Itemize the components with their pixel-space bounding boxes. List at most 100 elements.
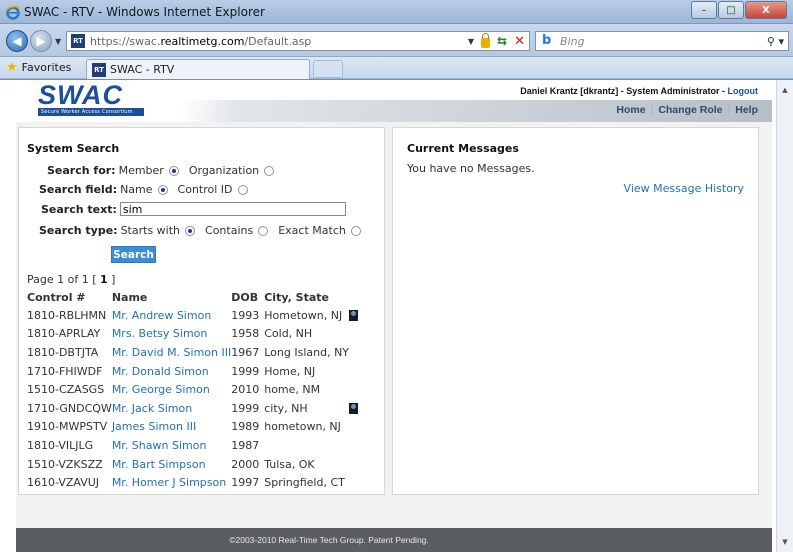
- table-row: 1910-MWPSTV James Simon III 1989 hometown, …: [27, 418, 369, 437]
- photo-cell: [349, 325, 369, 344]
- favorites-button[interactable]: ★ Favorites: [6, 60, 71, 75]
- table-row: 1810-RBLHMN Mr. Andrew Simon 1993 Hometown,…: [27, 306, 369, 325]
- city-state: [264, 436, 349, 455]
- new-tab-button[interactable]: [313, 60, 343, 78]
- search-button[interactable]: Search: [111, 246, 156, 263]
- swac-logo[interactable]: SWAC Secure Worker Access Consortium: [38, 82, 160, 118]
- member-name-link[interactable]: James Simon III: [112, 418, 231, 437]
- user-info: Daniel Krantz [dkrantz] - System Adminis…: [520, 86, 758, 96]
- dob: 1997: [231, 476, 260, 490]
- city-state: city, NH: [264, 401, 308, 415]
- member-name-link[interactable]: Mrs. Betsy Simon: [112, 325, 231, 344]
- panel-title: System Search: [27, 142, 120, 155]
- nav-help[interactable]: Help: [735, 104, 758, 116]
- address-dropdown-icon[interactable]: ▼: [468, 37, 474, 46]
- maximize-button[interactable]: □: [718, 1, 744, 19]
- top-nav: Home | Change Role | Help: [616, 104, 758, 116]
- favorites-bar: ★ Favorites RT SWAC - RTV: [0, 57, 793, 79]
- address-tools: ▼ ⇆ ✕: [468, 32, 529, 49]
- member-name-link[interactable]: Mr. Shawn Simon: [112, 436, 231, 455]
- vertical-scrollbar[interactable]: ▲ ▼: [776, 80, 793, 552]
- nav-change-role[interactable]: Change Role: [658, 104, 722, 116]
- window-titlebar: SWAC - RTV - Windows Internet Explorer –…: [0, 0, 793, 24]
- control-number: 1510-VZKSZZ: [27, 457, 103, 471]
- search-text-row: Search text:: [41, 202, 346, 216]
- address-url[interactable]: https://swac.realtimetg.com/Default.asp: [90, 35, 311, 48]
- site-header: Home | Change Role | Help SWAC Secure Worker…: [16, 80, 772, 122]
- scroll-up-icon[interactable]: ▲: [777, 82, 793, 98]
- col-city-state: City, State: [264, 290, 329, 304]
- radio-contains[interactable]: [258, 225, 269, 236]
- view-message-history-link[interactable]: View Message History: [624, 182, 744, 195]
- radio-exact-match[interactable]: [350, 225, 361, 236]
- photo-cell: [349, 455, 369, 474]
- back-button[interactable]: ◀: [6, 30, 28, 52]
- photo-cell: [349, 473, 369, 492]
- nav-home[interactable]: Home: [616, 104, 645, 116]
- address-bar[interactable]: RT https://swac.realtimetg.com/Default.a…: [66, 31, 530, 51]
- minimize-button[interactable]: –: [691, 1, 717, 19]
- photo-cell: [349, 306, 369, 325]
- member-name-link[interactable]: Mr. Homer J Simpson: [112, 473, 231, 492]
- browser-tab-swac[interactable]: RT SWAC - RTV: [86, 59, 310, 79]
- search-text-input[interactable]: [119, 202, 346, 216]
- control-number: 1510-CZASGS: [27, 383, 105, 397]
- control-number: 1710-GNDCQW: [27, 401, 112, 415]
- dob: 2000: [231, 457, 260, 471]
- radio-control-id[interactable]: [237, 184, 248, 195]
- scroll-down-icon[interactable]: ▼: [777, 534, 793, 550]
- history-dropdown-icon[interactable]: ▼: [55, 37, 61, 46]
- search-icon[interactable]: ⚲ ▾: [767, 35, 784, 48]
- control-number: 1810-VILJLG: [27, 438, 94, 452]
- dob: 1967: [231, 345, 260, 359]
- radio-organization[interactable]: [264, 165, 275, 176]
- member-photo-icon[interactable]: [349, 403, 359, 415]
- refresh-icon[interactable]: ⇆: [497, 34, 507, 48]
- dob: 1999: [231, 401, 260, 415]
- nav-separator: |: [727, 104, 731, 116]
- member-name-link[interactable]: Mr. Donald Simon: [112, 362, 231, 381]
- member-name-link[interactable]: Mr. Andrew Simon: [112, 306, 231, 325]
- radio-member[interactable]: [168, 165, 179, 176]
- table-row: 1510-CZASGS Mr. George Simon 2010 home, NM: [27, 380, 369, 399]
- table-row: 1810-DBTJTA Mr. David M. Simon III 1967 Lon…: [27, 343, 369, 362]
- close-button[interactable]: X: [745, 1, 787, 19]
- search-field-row: Search field: Name Control ID: [39, 183, 258, 196]
- city-state: Springfield, CT: [264, 476, 345, 490]
- photo-cell: [349, 362, 369, 381]
- member-name-link[interactable]: Mr. Bart Simpson: [112, 455, 231, 474]
- member-photo-icon[interactable]: [349, 310, 359, 322]
- lock-icon[interactable]: [481, 32, 491, 48]
- member-name-link[interactable]: Mr. David M. Simon III: [112, 343, 231, 362]
- logout-link[interactable]: Logout: [728, 86, 759, 96]
- radio-name[interactable]: [157, 184, 168, 195]
- option-starts-with-label: Starts with: [120, 224, 181, 237]
- search-type-row: Search type: Starts with Contains Exact …: [39, 224, 371, 237]
- internet-explorer-icon: [5, 5, 21, 20]
- col-name: Name: [111, 290, 148, 304]
- control-number: 1810-APRLAY: [27, 327, 101, 341]
- table-row: 1810-VILJLG Mr. Shawn Simon 1987: [27, 436, 369, 455]
- results-header-row: Control # Name DOB City, State: [27, 288, 369, 306]
- search-field-label: Search field:: [39, 183, 118, 196]
- search-placeholder[interactable]: Bing: [560, 35, 585, 48]
- member-name-link[interactable]: Mr. George Simon: [112, 380, 231, 399]
- user-info-text: Daniel Krantz [dkrantz] - System Adminis…: [520, 86, 728, 96]
- page-viewport: ▲ ▼ Home | Change Role | Help SWAC Secure Wo…: [0, 80, 793, 552]
- member-name-link[interactable]: Mr. Jack Simon: [112, 399, 231, 418]
- control-number: 1710-FHIWDF: [27, 364, 103, 378]
- search-bar[interactable]: b Bing ⚲ ▾: [535, 31, 789, 51]
- pager-current-page[interactable]: 1: [100, 273, 108, 286]
- favorites-label: Favorites: [21, 61, 72, 74]
- results-table: Control # Name DOB City, State 1810-RBLH…: [27, 288, 369, 492]
- pager: Page 1 of 1 [ 1 ]: [27, 273, 115, 286]
- stop-icon[interactable]: ✕: [514, 34, 525, 49]
- col-control: Control #: [27, 290, 86, 304]
- dob: 1993: [231, 308, 260, 322]
- option-contains-label: Contains: [205, 224, 254, 237]
- radio-starts-with[interactable]: [185, 225, 196, 236]
- table-row: 1510-VZKSZZ Mr. Bart Simpson 2000 Tulsa, OK: [27, 455, 369, 474]
- address-toolbar: ◀ ▶ ▼ RT https://swac.realtimetg.com/Def…: [0, 24, 793, 57]
- forward-button[interactable]: ▶: [30, 30, 52, 52]
- star-icon: ★: [6, 60, 18, 75]
